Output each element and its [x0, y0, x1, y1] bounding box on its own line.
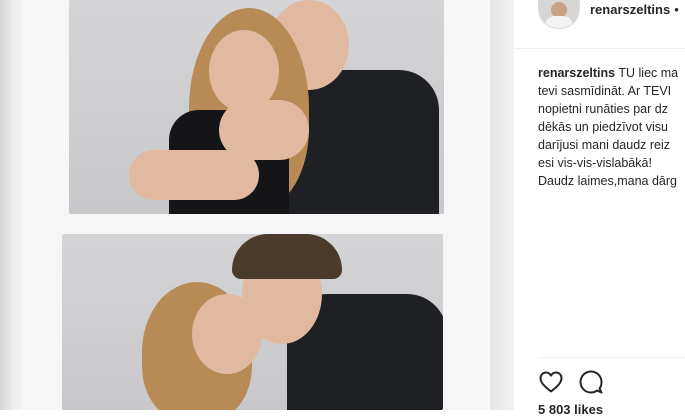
post-photo[interactable] [0, 0, 513, 410]
header-separator: • [674, 2, 679, 17]
caption-line: TU liec ma [618, 66, 679, 80]
man-hair-kiss [232, 234, 342, 279]
caption-username[interactable]: renarszeltins [538, 66, 615, 80]
heart-icon [539, 371, 563, 393]
photobooth-frame-bottom [62, 234, 443, 410]
caption-line: esi vis-vis-vislabākā! [538, 156, 652, 170]
header-username[interactable]: renarszeltins • [590, 2, 679, 17]
caption-line: dēkās un piedzīvot visu [538, 120, 668, 134]
strip-shadow [490, 0, 513, 410]
caption-line: nopietni runāties par dz [538, 102, 668, 116]
like-button[interactable] [538, 369, 564, 395]
photo-paper-edge [0, 0, 22, 410]
man-hand [219, 100, 309, 160]
woman-face-kiss [192, 294, 262, 374]
avatar[interactable] [538, 0, 580, 29]
header-username-text[interactable]: renarszeltins [590, 2, 670, 17]
post-header: renarszeltins • [514, 0, 685, 49]
actions-divider [538, 357, 685, 358]
caption-line: tevi sasmīdināt. Ar TEVI [538, 84, 672, 98]
comment-button[interactable] [578, 369, 604, 395]
post-caption: renarszeltins TU liec ma tevi sasmīdināt… [538, 64, 685, 190]
caption-line: Daudz laimes,mana dārg [538, 174, 677, 188]
comment-icon [579, 370, 603, 394]
post-sidebar: renarszeltins • renarszeltins TU liec ma … [513, 0, 685, 417]
photobooth-frame-top [69, 0, 444, 214]
caption-line: darījusi mani daudz reiz [538, 138, 671, 152]
